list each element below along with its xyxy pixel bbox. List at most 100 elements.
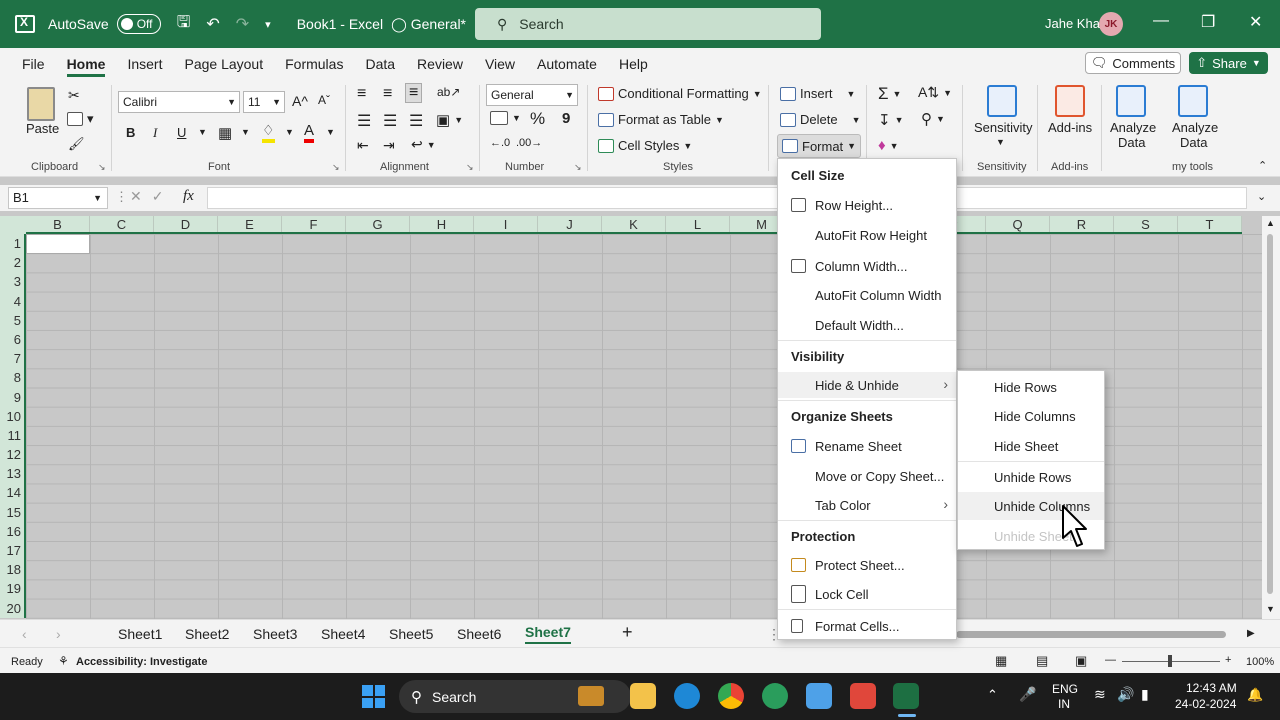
accounting-format-icon[interactable]: ▼ xyxy=(490,111,521,125)
bold-button[interactable]: B xyxy=(126,125,135,140)
expand-formula-icon[interactable]: ⌄ xyxy=(1257,190,1266,203)
excel-taskbar-icon[interactable] xyxy=(893,683,919,709)
windows-start-icon[interactable] xyxy=(362,685,385,708)
row-header[interactable]: 17 xyxy=(0,541,24,560)
find-select-icon[interactable]: ⚲ ▼ xyxy=(921,110,945,128)
add-sheet-icon[interactable]: + xyxy=(622,622,633,643)
sheet-tab-5[interactable]: Sheet5 xyxy=(389,626,433,642)
column-header[interactable]: S xyxy=(1114,216,1178,232)
tab-file[interactable]: File xyxy=(22,56,45,72)
row-header[interactable]: 7 xyxy=(0,349,24,368)
merge-center-icon[interactable]: ▣ ▼ xyxy=(436,111,463,129)
fill-icon[interactable]: ↧ ▼ xyxy=(878,111,904,129)
column-header[interactable]: I xyxy=(474,216,538,232)
row-height-item[interactable]: Row Height... xyxy=(778,192,956,218)
add-ins-button[interactable]: Add-ins xyxy=(1048,120,1092,135)
scroll-up-icon[interactable]: ▲ xyxy=(1266,218,1275,228)
tab-help[interactable]: Help xyxy=(619,56,648,72)
row-header[interactable]: 10 xyxy=(0,407,24,426)
row-header[interactable]: 12 xyxy=(0,445,24,464)
sheet-tab-1[interactable]: Sheet1 xyxy=(118,626,162,642)
hide-columns-item[interactable]: Hide Columns xyxy=(958,402,1104,430)
hide-unhide-item[interactable]: Hide & Unhide › xyxy=(778,372,956,398)
orientation-icon[interactable]: ab↗ xyxy=(437,85,460,99)
font-name-select[interactable]: Calibri ▼ xyxy=(118,91,240,113)
conditional-formatting-button[interactable]: Conditional Formatting ▼ xyxy=(598,86,762,101)
collapse-ribbon-icon[interactable]: ⌃ xyxy=(1258,159,1267,172)
notification-icon[interactable]: 🔔 xyxy=(1247,687,1263,703)
autofit-row-item[interactable]: AutoFit Row Height xyxy=(778,222,956,248)
fill-color-icon[interactable]: ♢ xyxy=(262,122,275,143)
increase-decimal-icon[interactable]: ←.0 xyxy=(490,137,510,149)
align-top-icon[interactable]: ≡ xyxy=(357,85,366,103)
scroll-down-icon[interactable]: ▼ xyxy=(1266,604,1275,614)
column-header[interactable]: R xyxy=(1050,216,1114,232)
edge-icon[interactable] xyxy=(674,683,700,709)
undo-icon[interactable]: ↶ xyxy=(206,14,219,34)
more-options-icon[interactable]: ⋮ xyxy=(115,189,128,205)
insert-cells-button[interactable]: Insert ▼ xyxy=(780,86,855,101)
decrease-font-button[interactable]: Aˇ xyxy=(318,93,330,107)
row-header[interactable]: 20 xyxy=(0,599,24,618)
paste-button[interactable]: Paste xyxy=(26,121,59,136)
unhide-rows-item[interactable]: Unhide Rows xyxy=(958,463,1104,491)
app-icon[interactable] xyxy=(850,683,876,709)
microphone-icon[interactable]: 🎤 xyxy=(1019,686,1036,703)
chevron-down-icon[interactable]: ▼ xyxy=(241,127,250,137)
wrap-text-icon[interactable]: ↩ ▼ xyxy=(411,136,436,153)
sensitivity-label[interactable]: General* xyxy=(411,16,466,32)
column-header[interactable]: E xyxy=(218,216,282,232)
customize-toolbar-icon[interactable]: ▾ xyxy=(265,18,271,31)
analyze-data-button-2[interactable]: Analyze xyxy=(1172,120,1218,135)
sensitivity-button[interactable]: Sensitivity xyxy=(974,120,1033,135)
clock-date[interactable]: 24-02-2024 xyxy=(1175,697,1236,711)
protect-sheet-item[interactable]: Protect Sheet... xyxy=(778,552,956,578)
row-header[interactable]: 6 xyxy=(0,330,24,349)
tab-data[interactable]: Data xyxy=(365,56,395,72)
cut-icon[interactable]: ✂ xyxy=(68,87,80,104)
insert-function-button[interactable]: fx xyxy=(183,188,194,205)
row-header[interactable]: 11 xyxy=(0,426,24,445)
clear-icon[interactable]: ♦ ▼ xyxy=(878,137,899,154)
battery-icon[interactable]: ▮ xyxy=(1141,686,1149,703)
comma-style-button[interactable]: 9 xyxy=(562,110,570,127)
analyze-data-button[interactable]: Analyze xyxy=(1110,120,1156,135)
column-header[interactable]: Q xyxy=(986,216,1050,232)
column-width-item[interactable]: Column Width... xyxy=(778,253,956,279)
row-header[interactable]: 13 xyxy=(0,464,24,483)
hide-sheet-item[interactable]: Hide Sheet xyxy=(958,432,1104,460)
paste-icon[interactable] xyxy=(27,87,55,121)
tab-insert[interactable]: Insert xyxy=(127,56,162,72)
rename-sheet-item[interactable]: Rename Sheet xyxy=(778,433,956,459)
scroll-right-icon[interactable]: ▶ xyxy=(1247,628,1255,639)
accessibility-status[interactable]: Accessibility: Investigate xyxy=(76,656,207,668)
align-left-icon[interactable]: ☰ xyxy=(357,111,371,131)
decrease-decimal-icon[interactable]: .00→ xyxy=(516,137,542,149)
row-header[interactable]: 3 xyxy=(0,272,24,291)
selected-cell-b1[interactable] xyxy=(26,234,90,254)
column-header[interactable]: H xyxy=(410,216,474,232)
sort-filter-icon[interactable]: A⇅ ▼ xyxy=(918,84,952,101)
copy-icon[interactable]: ▾ xyxy=(67,111,94,127)
restore-icon[interactable]: ❐ xyxy=(1201,12,1215,32)
analyze-data-icon-2[interactable] xyxy=(1178,85,1208,117)
name-box[interactable]: B1 ▼ xyxy=(8,187,108,209)
column-header[interactable]: T xyxy=(1178,216,1242,232)
column-header[interactable]: G xyxy=(346,216,410,232)
row-header[interactable]: 4 xyxy=(0,292,24,311)
column-header[interactable]: F xyxy=(282,216,346,232)
chevron-down-icon[interactable]: ▼ xyxy=(326,127,335,137)
sheet-tab-2[interactable]: Sheet2 xyxy=(185,626,229,642)
decrease-indent-icon[interactable]: ⇤ xyxy=(357,137,369,154)
number-format-select[interactable]: General ▼ xyxy=(486,84,578,106)
chevron-up-icon[interactable]: ⌃ xyxy=(987,687,998,703)
chrome-icon[interactable] xyxy=(718,683,744,709)
column-header[interactable]: J xyxy=(538,216,602,232)
wifi-icon[interactable]: ≋ xyxy=(1094,686,1106,703)
sheet-tab-6[interactable]: Sheet6 xyxy=(457,626,501,642)
increase-indent-icon[interactable]: ⇥ xyxy=(383,137,395,154)
format-as-table-button[interactable]: Format as Table ▼ xyxy=(598,112,724,127)
autofit-column-item[interactable]: AutoFit Column Width xyxy=(778,282,956,308)
clock-time[interactable]: 12:43 AM xyxy=(1186,681,1237,695)
row-header[interactable]: 15 xyxy=(0,503,24,522)
